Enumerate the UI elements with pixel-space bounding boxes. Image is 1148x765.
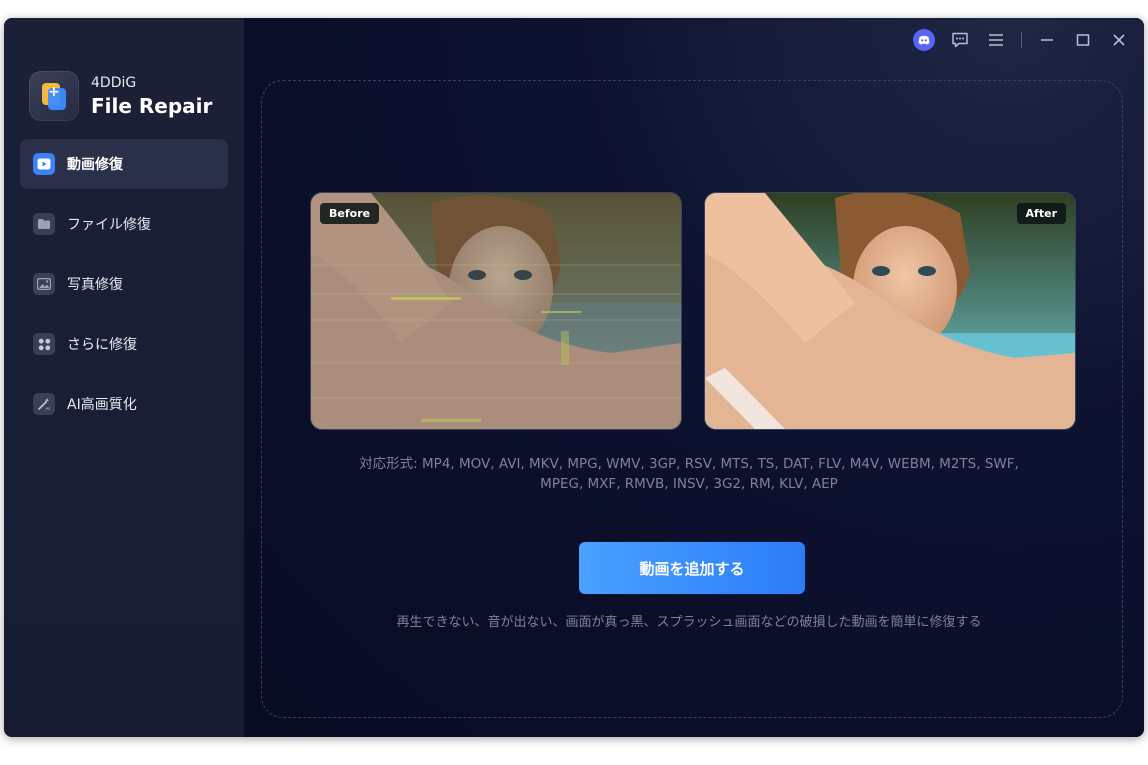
menu-icon[interactable] [985,29,1007,51]
supported-formats: 対応形式: MP4, MOV, AVI, MKV, MPG, WMV, 3GP,… [274,454,1104,494]
main-area: Before After 対応形式: MP4, MOV, AVI, MKV, M… [244,18,1144,737]
title-bar-divider [1021,32,1022,48]
maximize-icon[interactable] [1072,29,1094,51]
grid-icon [33,333,55,355]
image-icon [33,273,55,295]
sidebar: + 4DDiG File Repair 動画修復 ファイル修復 写真修復 さらに… [4,18,244,737]
sidebar-item-video-repair[interactable]: 動画修復 [20,139,228,189]
formats-line-1: 対応形式: MP4, MOV, AVI, MKV, MPG, WMV, 3GP,… [359,456,1019,472]
app-window: + 4DDiG File Repair 動画修復 ファイル修復 写真修復 さらに… [4,18,1144,737]
before-label: Before [320,203,380,224]
after-label: After [1016,203,1066,224]
sidebar-item-label: さらに修復 [67,337,137,353]
brand-name: 4DDiG [91,75,137,91]
sidebar-item-ai-enhance[interactable]: AI AI高画質化 [20,379,228,429]
svg-text:AI: AI [46,406,50,411]
sidebar-item-file-repair[interactable]: ファイル修復 [20,199,228,249]
magic-wand-icon: AI [33,393,55,415]
title-bar [913,28,1144,52]
add-video-button[interactable]: 動画を追加する [579,542,805,594]
sidebar-item-photo-repair[interactable]: 写真修復 [20,259,228,309]
sidebar-item-label: 写真修復 [67,277,123,293]
after-preview-image: After [704,192,1076,430]
description-text: 再生できない、音が出ない、画面が真っ黒、スプラッシュ画面などの破損した動画を簡単… [396,615,982,630]
feedback-icon[interactable] [949,29,971,51]
sidebar-item-label: 動画修復 [67,157,123,173]
sidebar-item-more-repair[interactable]: さらに修復 [20,319,228,369]
app-logo-icon: + [29,71,79,121]
sidebar-item-label: ファイル修復 [67,217,151,233]
folder-icon [33,213,55,235]
formats-line-2: MPEG, MXF, RMVB, INSV, 3G2, RM, KLV, AEP [540,476,838,492]
video-icon [33,153,55,175]
sidebar-item-label: AI高画質化 [67,397,137,413]
product-name: File Repair [91,94,213,118]
discord-icon[interactable] [913,29,935,51]
close-icon[interactable] [1108,29,1130,51]
before-preview-image: Before [310,192,682,430]
minimize-icon[interactable] [1036,29,1058,51]
